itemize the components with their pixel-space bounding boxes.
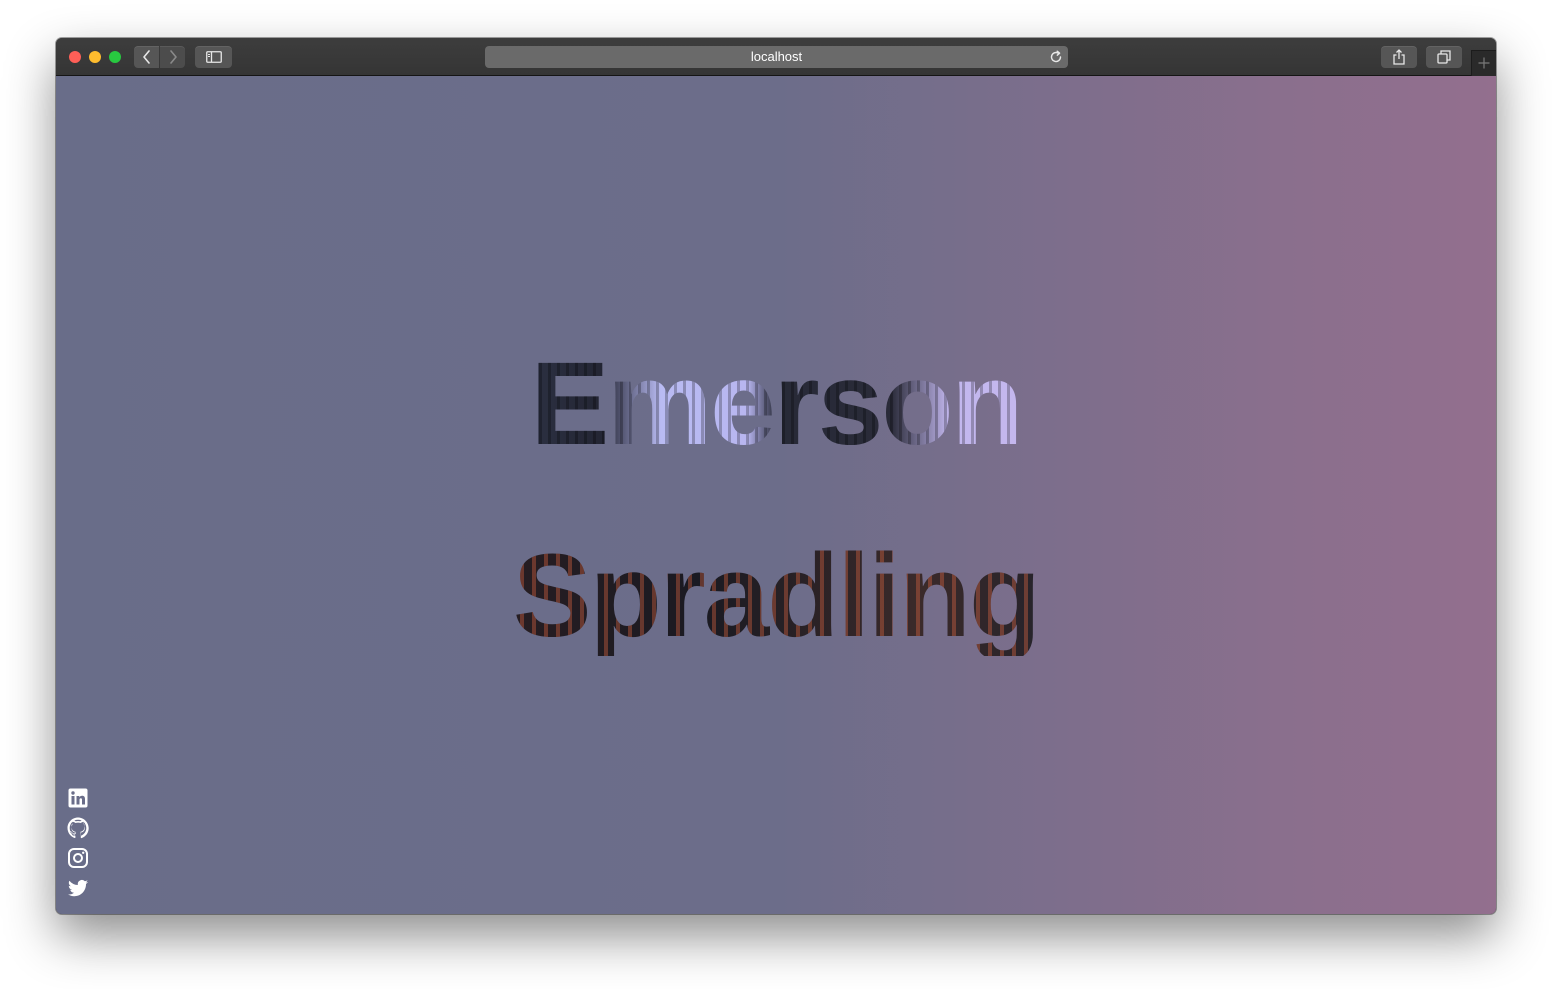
linkedin-icon xyxy=(68,788,88,808)
instagram-icon xyxy=(68,848,88,868)
instagram-link[interactable] xyxy=(66,846,90,870)
close-window-button[interactable] xyxy=(69,51,81,63)
reload-icon[interactable] xyxy=(1049,50,1063,64)
new-tab-button[interactable] xyxy=(1471,50,1496,76)
share-button[interactable] xyxy=(1381,46,1417,68)
show-tabs-button[interactable] xyxy=(1426,46,1462,68)
tabs-overview-icon xyxy=(1437,50,1451,64)
browser-window: localhost Emerson Spradling xyxy=(56,38,1496,914)
plus-icon xyxy=(1478,57,1490,69)
minimize-window-button[interactable] xyxy=(89,51,101,63)
chevron-left-icon xyxy=(142,50,150,64)
maximize-window-button[interactable] xyxy=(109,51,121,63)
hero-last-name: Spradling xyxy=(56,536,1496,656)
chevron-right-icon xyxy=(169,50,177,64)
url-text: localhost xyxy=(750,49,803,64)
page-content: Emerson Spradling xyxy=(56,76,1496,914)
forward-button[interactable] xyxy=(160,46,185,68)
sidebar-toggle-button[interactable] xyxy=(195,46,232,68)
sidebar-icon xyxy=(205,51,222,63)
twitter-link[interactable] xyxy=(66,876,90,900)
twitter-icon xyxy=(68,879,88,897)
hero-first-name: Emerson xyxy=(56,344,1496,464)
address-bar[interactable]: localhost xyxy=(485,46,1068,68)
github-link[interactable] xyxy=(66,816,90,840)
linkedin-link[interactable] xyxy=(66,786,90,810)
github-icon xyxy=(67,817,89,839)
browser-toolbar: localhost xyxy=(56,38,1496,76)
back-button[interactable] xyxy=(134,46,159,68)
share-icon xyxy=(1393,49,1405,65)
